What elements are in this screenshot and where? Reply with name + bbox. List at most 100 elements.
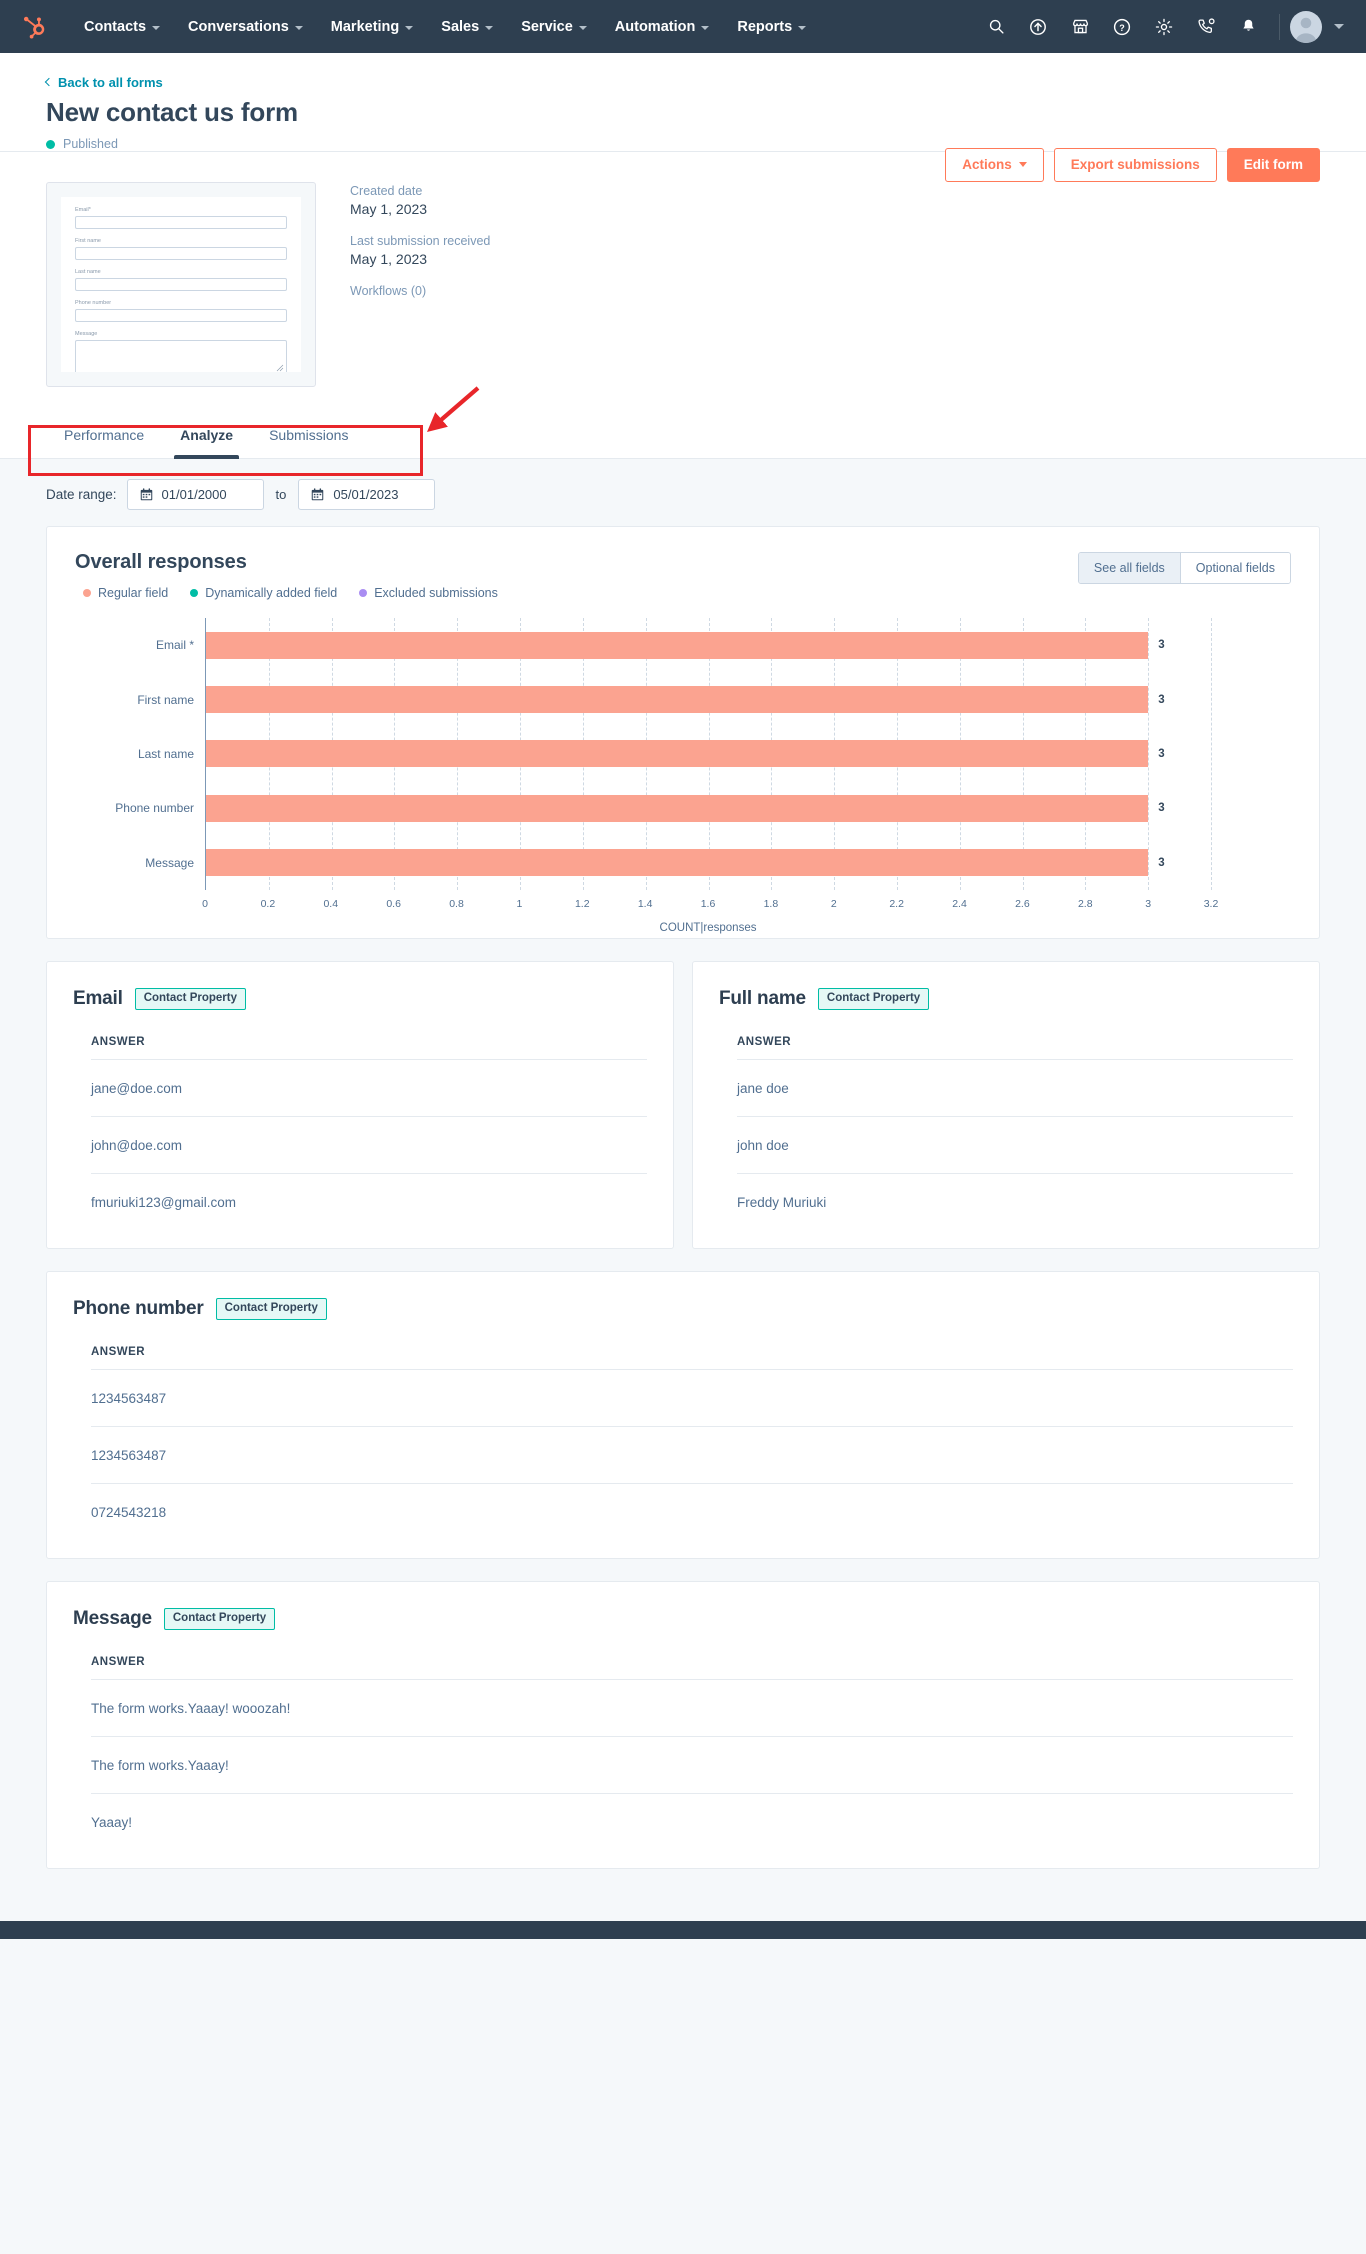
answer-card-full-name: Full name Contact Property ANSWER jane d… xyxy=(692,961,1320,1249)
chart-x-tick-label: 0 xyxy=(202,898,208,910)
chart-x-tick-label: 2.4 xyxy=(952,898,967,910)
chart-legend: Regular field Dynamically added field Ex… xyxy=(75,586,1291,600)
answer-column-header: ANSWER xyxy=(91,1346,1293,1370)
legend-label: Regular field xyxy=(98,586,169,600)
chart-bar-row: Phone number 3 xyxy=(115,781,1211,835)
contact-property-badge: Contact Property xyxy=(163,1608,276,1630)
table-row: fmuriuki123@gmail.com xyxy=(91,1195,236,1210)
chart-x-tick-label: 2.8 xyxy=(1077,898,1093,910)
table-row: 0724543218 xyxy=(91,1505,167,1520)
tab-analyze[interactable]: Analyze xyxy=(162,411,251,459)
chart-x-tick-label: 1.2 xyxy=(574,898,590,910)
nav-label: Sales xyxy=(441,18,480,35)
form-metadata: Created date May 1, 2023 Last submission… xyxy=(350,182,490,387)
tabs-container: Performance Analyze Submissions xyxy=(0,411,1366,459)
table-row: jane@doe.com xyxy=(91,1060,647,1117)
legend-item-regular-field[interactable]: Regular field xyxy=(83,586,168,600)
calling-icon[interactable] xyxy=(1185,6,1227,48)
chevron-down-icon[interactable] xyxy=(1334,24,1344,29)
optional-fields-button[interactable]: Optional fields xyxy=(1179,553,1290,583)
date-range-start-value: 01/01/2000 xyxy=(161,487,227,502)
chart-bar[interactable] xyxy=(206,794,1149,822)
chart-bar-value-label: 3 xyxy=(1158,802,1165,815)
header-action-buttons: Actions Export submissions Edit form xyxy=(945,148,1320,182)
table-row: Yaaay! xyxy=(91,1815,133,1830)
avatar[interactable] xyxy=(1290,10,1322,43)
answer-card-phone-number: Phone number Contact Property ANSWER 123… xyxy=(46,1271,1320,1559)
see-all-fields-button[interactable]: See all fields xyxy=(1078,553,1180,583)
chevron-down-icon xyxy=(485,25,494,30)
chart-x-tick-label: 1.8 xyxy=(763,898,779,910)
search-icon[interactable] xyxy=(975,6,1017,48)
actions-button-label: Actions xyxy=(962,157,1012,172)
nav-item-service[interactable]: Service xyxy=(507,2,601,52)
top-navbar: Contacts Conversations Marketing Sales S… xyxy=(0,0,1366,53)
form-info-section: Email* First name Last name Phone number… xyxy=(0,152,1366,411)
created-date-value: May 1, 2023 xyxy=(350,201,428,217)
field-filter-segmented-control: See all fields Optional fields xyxy=(1077,552,1291,584)
chart-bar[interactable] xyxy=(206,849,1149,877)
optional-fields-label: Optional fields xyxy=(1195,561,1275,575)
chart-bar[interactable] xyxy=(206,631,1149,659)
answer-cards-row: Email Contact Property ANSWER jane@doe.c… xyxy=(46,961,1320,1271)
answer-card-title: Full name xyxy=(719,988,806,1009)
table-row: The form works.Yaaay! xyxy=(91,1737,1293,1794)
resize-handle-icon xyxy=(276,364,284,372)
chart-x-tick-label: 1.6 xyxy=(700,898,716,910)
tab-submissions[interactable]: Submissions xyxy=(251,411,366,458)
tab-label: Submissions xyxy=(269,427,349,443)
table-row: john@doe.com xyxy=(91,1117,647,1174)
navbar-utility-icons: ? xyxy=(975,6,1344,48)
workflows-link[interactable]: Workflows (0) xyxy=(350,284,490,298)
export-submissions-button[interactable]: Export submissions xyxy=(1053,148,1217,182)
chart-bar-value-label: 3 xyxy=(1158,856,1165,869)
date-range-end-input[interactable]: 05/01/2023 xyxy=(298,479,436,510)
main-content: Date range: 01/01/2000 to 05/01/2023 Ove… xyxy=(0,459,1366,1921)
nav-item-marketing[interactable]: Marketing xyxy=(317,2,428,52)
nav-label: Conversations xyxy=(188,18,289,35)
date-range-start-input[interactable]: 01/01/2000 xyxy=(126,479,264,510)
gear-icon[interactable] xyxy=(1143,6,1185,48)
hubspot-logo-icon[interactable] xyxy=(18,12,48,42)
tab-label: Analyze xyxy=(180,427,234,443)
chart-x-axis: 0 0.2 0.4 0.6 0.8 1 1.2 1.4 1.6 1.8 2 2.2 2.4 2.6 2.8 3… xyxy=(202,890,1218,920)
answer-table: ANSWER The form works.Yaaay! wooozah! Th… xyxy=(73,1656,1293,1850)
preview-field-label: Last name xyxy=(75,269,101,275)
form-preview-thumbnail[interactable]: Email* First name Last name Phone number… xyxy=(46,182,316,387)
chart-bar[interactable] xyxy=(206,740,1149,768)
chevron-left-icon xyxy=(44,77,54,87)
last-submission-value: May 1, 2023 xyxy=(350,251,428,267)
answer-card-header: Email Contact Property xyxy=(73,988,647,1010)
legend-item-dynamically-added-field[interactable]: Dynamically added field xyxy=(190,586,337,600)
help-icon[interactable]: ? xyxy=(1101,6,1143,48)
nav-item-contacts[interactable]: Contacts xyxy=(70,2,174,52)
date-range-separator: to xyxy=(275,487,287,502)
nav-label: Automation xyxy=(614,18,696,35)
calendar-icon xyxy=(312,488,324,501)
chart-x-tick-label: 0.6 xyxy=(386,898,401,910)
legend-item-excluded-submissions[interactable]: Excluded submissions xyxy=(359,586,498,600)
upgrade-arrow-icon[interactable] xyxy=(1017,6,1059,48)
chart-bar-value-label: 3 xyxy=(1158,693,1165,706)
chart-x-tick-label: 3.2 xyxy=(1203,898,1219,910)
nav-item-automation[interactable]: Automation xyxy=(601,2,724,52)
nav-item-reports[interactable]: Reports xyxy=(723,2,820,52)
answer-column-header: ANSWER xyxy=(737,1036,1293,1060)
nav-item-conversations[interactable]: Conversations xyxy=(174,2,317,52)
status-dot-icon xyxy=(46,139,55,149)
legend-label: Excluded submissions xyxy=(374,586,498,600)
answer-column-header: ANSWER xyxy=(91,1036,647,1060)
edit-form-button[interactable]: Edit form xyxy=(1226,148,1320,182)
back-to-all-forms-link[interactable]: Back to all forms xyxy=(44,75,163,90)
marketplace-icon[interactable] xyxy=(1059,6,1101,48)
overall-responses-card: Overall responses Regular field Dynamica… xyxy=(46,526,1320,939)
chart-bar[interactable] xyxy=(206,686,1149,714)
chart-bar-row: Last name 3 xyxy=(138,727,1211,781)
notifications-bell-icon[interactable] xyxy=(1227,6,1269,48)
main-menu: Contacts Conversations Marketing Sales S… xyxy=(70,2,820,52)
actions-button[interactable]: Actions xyxy=(945,148,1044,182)
nav-item-sales[interactable]: Sales xyxy=(427,2,507,52)
page-root: Contacts Conversations Marketing Sales S… xyxy=(0,0,1366,1939)
tab-performance[interactable]: Performance xyxy=(46,411,162,458)
legend-dot xyxy=(359,589,368,597)
